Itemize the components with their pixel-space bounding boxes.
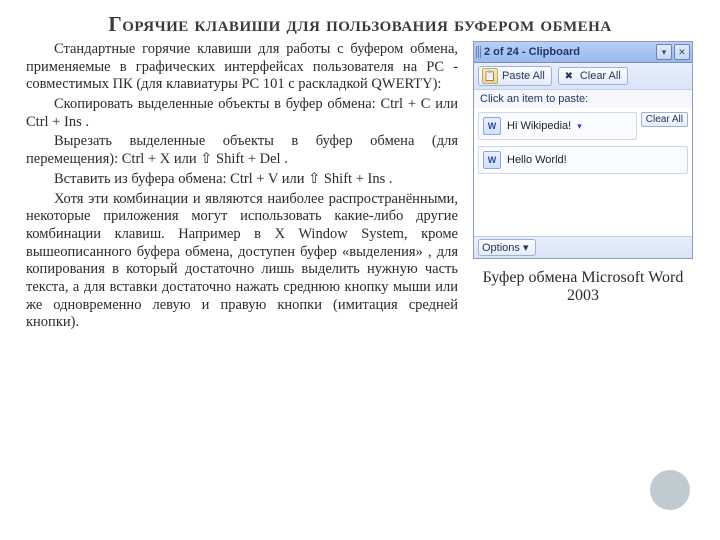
- clipboard-item-text: Hi Wikipedia!: [507, 120, 571, 132]
- close-button[interactable]: ✕: [674, 44, 690, 60]
- para-intro: Стандартные горячие клавиши для работы с…: [26, 41, 458, 94]
- clipboard-hint: Click an item to paste:: [474, 90, 692, 108]
- body-text: Стандартные горячие клавиши для работы с…: [26, 41, 458, 334]
- paste-all-button[interactable]: 📋 Paste All: [478, 66, 552, 86]
- word-doc-icon: W: [483, 117, 501, 135]
- para-copy: Скопировать выделенные объекты в буфер о…: [26, 96, 458, 131]
- dropdown-button[interactable]: ▾: [656, 44, 672, 60]
- clipboard-items: W Hi Wikipedia! ▾ Clear All W Hello Worl…: [474, 108, 692, 236]
- clear-all-button[interactable]: ✖ Clear All: [558, 67, 628, 85]
- clipboard-pane: 2 of 24 - Clipboard ▾ ✕ 📋 Paste All ✖ Cl…: [473, 41, 693, 259]
- clipboard-item[interactable]: W Hello World!: [478, 146, 688, 174]
- clipboard-window-title: 2 of 24 - Clipboard: [484, 46, 654, 58]
- clipboard-item[interactable]: W Hi Wikipedia! ▾: [478, 112, 637, 140]
- clear-all-label: Clear All: [580, 70, 621, 82]
- clipboard-icon: 📋: [482, 68, 498, 84]
- clear-icon: ✖: [562, 69, 576, 83]
- options-button[interactable]: Options ▾: [478, 239, 536, 256]
- slide-title: Горячие клавиши для пользования буфером …: [26, 12, 694, 37]
- paste-all-label: Paste All: [502, 70, 545, 82]
- clipboard-item-text: Hello World!: [507, 154, 567, 166]
- clear-all-side-button[interactable]: Clear All: [641, 112, 688, 127]
- clipboard-titlebar: 2 of 24 - Clipboard ▾ ✕: [474, 42, 692, 63]
- word-doc-icon: W: [483, 151, 501, 169]
- clipboard-toolbar: 📋 Paste All ✖ Clear All: [474, 63, 692, 90]
- para-cut: Вырезать выделенные объекты в буфер обме…: [26, 133, 458, 168]
- grip-icon: [476, 46, 482, 58]
- para-paste: Вставить из буфера обмена: Ctrl + V или …: [26, 171, 458, 189]
- chevron-down-icon: ▾: [577, 121, 582, 132]
- figure-caption: Буфер обмена Microsoft Word 2003: [472, 269, 694, 305]
- decorative-dot: [650, 470, 690, 510]
- para-note: Хотя эти комбинации и являются наиболее …: [26, 191, 458, 333]
